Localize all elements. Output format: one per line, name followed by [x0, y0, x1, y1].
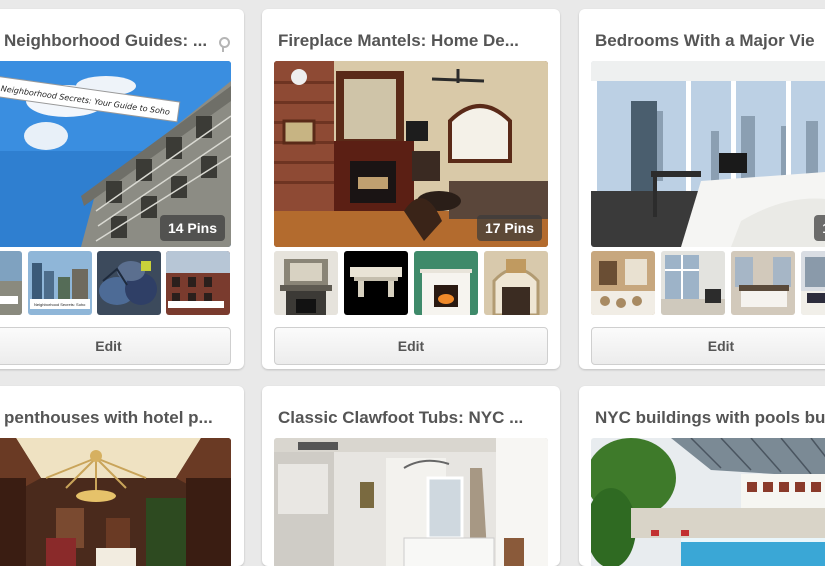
edit-board-button[interactable]: Edit	[274, 327, 548, 365]
board-card-fireplace-mantels[interactable]: Fireplace Mantels: Home De... 17 Pins Ed…	[262, 9, 560, 369]
board-title[interactable]: penthouses with hotel p...	[4, 408, 228, 428]
board-title[interactable]: Fireplace Mantels: Home De...	[278, 31, 544, 51]
board-thumbnail[interactable]	[97, 251, 161, 315]
edit-board-button[interactable]: Edit	[0, 327, 231, 365]
board-title[interactable]: NYC buildings with pools bu	[595, 408, 825, 428]
board-thumbnail[interactable]	[591, 251, 655, 315]
board-card-penthouses[interactable]: penthouses with hotel p...	[0, 386, 244, 566]
board-thumbnail[interactable]: Neighborhood Secrets: Soho	[28, 251, 92, 315]
pin-count-badge: 17 Pins	[476, 215, 542, 241]
pin-count-badge: 15 P	[814, 215, 825, 241]
board-cover-image[interactable]: 17 Pins	[274, 61, 548, 247]
board-card-clawfoot-tubs[interactable]: Classic Clawfoot Tubs: NYC ...	[262, 386, 560, 566]
board-thumbnail[interactable]	[661, 251, 725, 315]
board-card-neighborhood-guides[interactable]: Neighborhood Guides: ... Neighborhood Se…	[0, 9, 244, 369]
board-title[interactable]: Classic Clawfoot Tubs: NYC ...	[278, 408, 544, 428]
board-thumbnail[interactable]	[414, 251, 478, 315]
location-pin-icon	[219, 37, 230, 52]
board-thumbnail[interactable]	[166, 251, 230, 315]
board-title[interactable]: Bedrooms With a Major Vie	[595, 31, 825, 51]
board-thumbnail[interactable]	[344, 251, 408, 315]
board-card-nyc-pools[interactable]: NYC buildings with pools bu	[579, 386, 825, 566]
board-thumbnail[interactable]	[484, 251, 548, 315]
board-cover-image[interactable]: Neighborhood Secrets: Your Guide to Soho…	[0, 61, 231, 247]
thumb-sign-text: Neighborhood Secrets: Soho	[34, 302, 86, 307]
edit-board-button[interactable]: Edit	[591, 327, 825, 365]
board-cover-image[interactable]	[591, 438, 825, 566]
board-card-bedrooms-views[interactable]: Bedrooms With a Major Vie 15 P Edit	[579, 9, 825, 369]
board-cover-image[interactable]: 15 P	[591, 61, 825, 247]
board-thumbnail[interactable]	[0, 251, 22, 315]
board-cover-image[interactable]	[0, 438, 231, 566]
board-thumbnail[interactable]	[801, 251, 825, 315]
pin-count-badge: 14 Pins	[159, 215, 225, 241]
board-cover-image[interactable]	[274, 438, 548, 566]
board-thumbnail[interactable]	[274, 251, 338, 315]
board-thumbnail[interactable]	[731, 251, 795, 315]
board-title[interactable]: Neighborhood Guides: ...	[4, 31, 218, 51]
